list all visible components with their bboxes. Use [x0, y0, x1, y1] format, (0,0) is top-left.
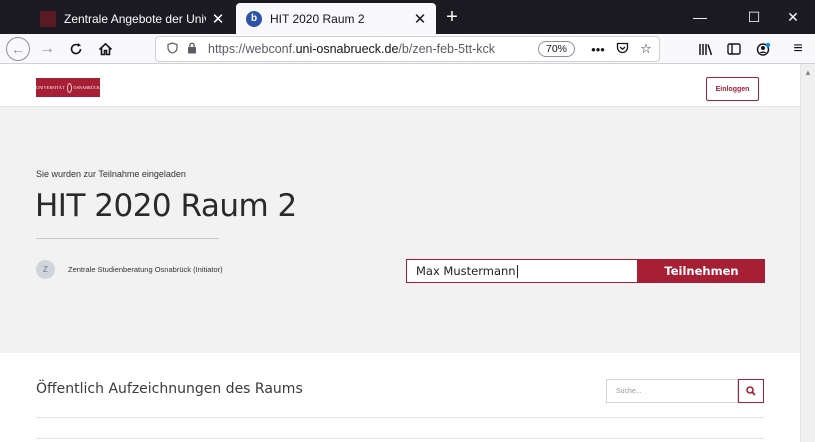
window-close-icon[interactable]: ✕ [770, 0, 815, 34]
name-input-value: Max Mustermann [416, 264, 516, 278]
invite-text: Sie wurden zur Teilnahme eingeladen [36, 169, 186, 179]
search-button[interactable] [738, 379, 764, 403]
account-icon[interactable] [751, 37, 775, 61]
reload-icon[interactable] [64, 37, 88, 61]
new-tab-plus-icon[interactable]: + [440, 5, 464, 29]
url-text: https://webconf.uni-osnabrueck.de/b/zen-… [208, 42, 495, 56]
site-header: UNIVERSITÄT OSNABRÜCK Einloggen [0, 64, 800, 107]
login-button[interactable]: Einloggen [706, 77, 759, 101]
join-button[interactable]: Teilnehmen [638, 259, 765, 283]
title-divider [36, 238, 219, 239]
text-caret [516, 264, 518, 278]
zoom-level-badge[interactable]: 70% [537, 41, 575, 57]
minimize-icon[interactable]: — [677, 0, 723, 34]
page-actions-icon[interactable]: ••• [587, 42, 609, 57]
tab-title: Zentrale Angebote der Universit [64, 11, 206, 26]
close-icon[interactable]: ✕ [408, 10, 432, 28]
tab-hit-2020-raum-2[interactable]: b HIT 2020 Raum 2 ✕ [236, 3, 436, 34]
pocket-icon[interactable] [611, 42, 633, 57]
room-owner: Zentrale Studienberatung Osnabrück (Init… [68, 265, 223, 274]
home-icon[interactable] [93, 37, 117, 61]
university-favicon-icon [40, 10, 56, 27]
recordings-divider [36, 417, 764, 418]
name-input[interactable]: Max Mustermann [406, 259, 638, 283]
university-seal-icon [66, 82, 72, 93]
lock-icon[interactable] [182, 42, 202, 57]
recordings-table-edge [36, 438, 764, 439]
back-arrow-icon: ← [6, 37, 30, 61]
bigbluebutton-favicon-icon: b [246, 10, 262, 27]
library-icon[interactable] [693, 37, 717, 61]
search-icon [746, 386, 756, 396]
navigation-toolbar: ← → https://webconf.uni-osnabrueck.de/b/… [0, 34, 815, 64]
university-logo[interactable]: UNIVERSITÄT OSNABRÜCK [36, 78, 100, 97]
shield-icon[interactable] [162, 41, 182, 57]
hamburger-menu-icon[interactable]: ≡ [786, 37, 810, 61]
recordings-section: Öffentlich Aufzeichnungen des Raums Such… [0, 353, 800, 442]
sidebar-icon[interactable] [722, 37, 746, 61]
page-viewport: UNIVERSITÄT OSNABRÜCK Einloggen Sie wurd… [0, 64, 815, 442]
recordings-title: Öffentlich Aufzeichnungen des Raums [36, 381, 303, 397]
back-button[interactable]: ← [6, 37, 30, 61]
forward-arrow-icon[interactable]: → [35, 37, 59, 61]
scroll-up-arrow-icon[interactable]: ▲ [804, 68, 812, 77]
page-title: HIT 2020 Raum 2 [35, 188, 297, 224]
page-scrollbar[interactable]: ▲ [800, 64, 815, 442]
avatar: Z [36, 260, 55, 279]
close-icon[interactable]: ✕ [206, 10, 230, 28]
tab-strip: Zentrale Angebote der Universit ✕ b HIT … [0, 0, 815, 34]
tab-zentrale-angebote[interactable]: Zentrale Angebote der Universit ✕ [30, 3, 234, 34]
bookmark-star-icon[interactable]: ☆ [635, 41, 657, 57]
recordings-search-input[interactable]: Suche... [606, 379, 738, 403]
url-bar[interactable]: https://webconf.uni-osnabrueck.de/b/zen-… [155, 36, 660, 62]
tab-title: HIT 2020 Raum 2 [270, 11, 365, 26]
